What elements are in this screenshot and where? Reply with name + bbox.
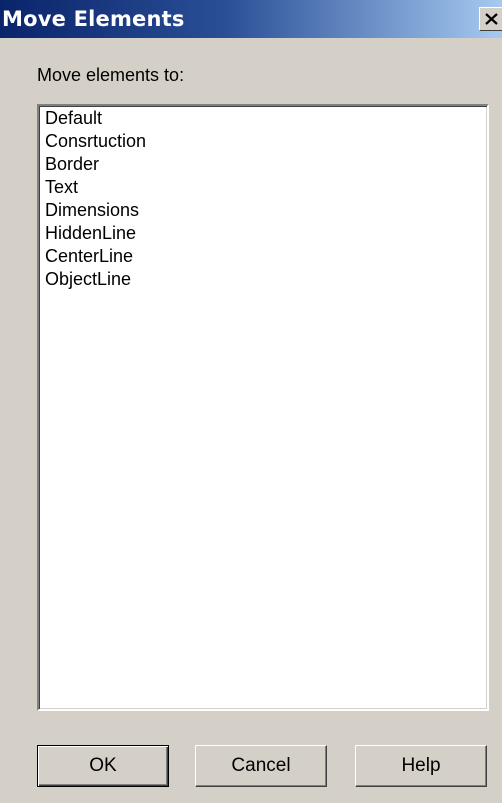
list-item[interactable]: CenterLine (39, 245, 487, 268)
close-button[interactable] (479, 7, 502, 31)
list-item[interactable]: Default (39, 107, 487, 130)
list-item[interactable]: ObjectLine (39, 268, 487, 291)
move-elements-dialog: Move Elements Move elements to: Default … (0, 0, 502, 803)
list-item[interactable]: Consrtuction (39, 130, 487, 153)
title-bar[interactable]: Move Elements (0, 0, 502, 38)
layer-list: Default Consrtuction Border Text Dimensi… (39, 106, 487, 291)
list-item[interactable]: Text (39, 176, 487, 199)
cancel-button[interactable]: Cancel (195, 745, 327, 787)
list-item[interactable]: HiddenLine (39, 222, 487, 245)
help-button[interactable]: Help (355, 745, 487, 787)
move-to-label: Move elements to: (37, 65, 185, 85)
window-title: Move Elements (2, 7, 185, 31)
ok-button[interactable]: OK (37, 745, 169, 787)
close-icon (485, 13, 498, 25)
list-item[interactable]: Border (39, 153, 487, 176)
layer-listbox[interactable]: Default Consrtuction Border Text Dimensi… (37, 104, 489, 711)
list-item[interactable]: Dimensions (39, 199, 487, 222)
